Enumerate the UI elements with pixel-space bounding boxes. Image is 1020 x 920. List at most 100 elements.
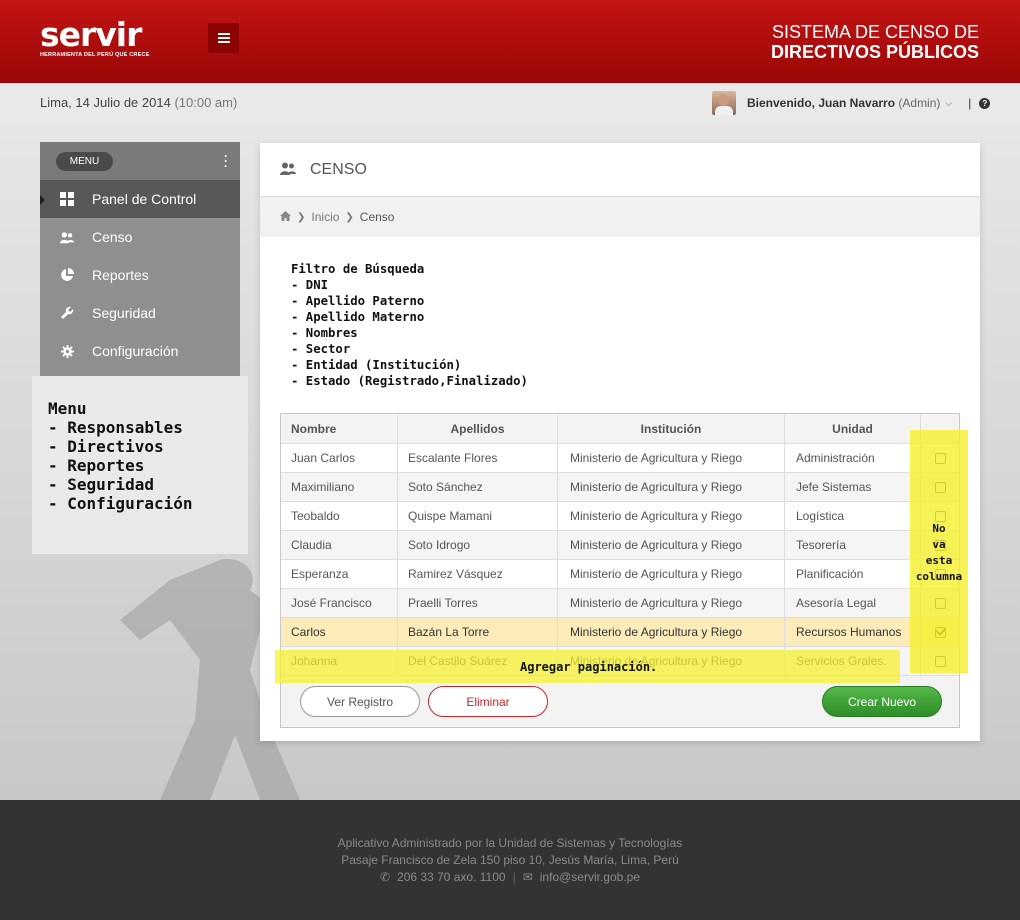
table-row[interactable]: Esperanza Ramirez Vásquez Ministerio de Ag… — [281, 559, 959, 588]
sidebar-item-reportes[interactable]: Reportes — [40, 256, 240, 294]
welcome-name: Bienvenido, Juan Navarro — [747, 96, 896, 110]
header-separator: | — [968, 96, 972, 110]
column-header-unidad[interactable]: Unidad — [785, 414, 921, 443]
more-options-icon[interactable]: · · · — [224, 150, 228, 172]
windows-icon — [60, 192, 74, 206]
cell-institucion: Ministerio de Agricultura y Riego — [558, 444, 785, 472]
footer-line2: Pasaje Francisco de Zela 150 piso 10, Je… — [341, 853, 679, 867]
table-row[interactable]: Teobaldo Quispe Mamani Ministerio de Agric… — [281, 501, 959, 530]
footer-phone: 206 33 70 axo. 1100 — [397, 870, 506, 884]
home-icon[interactable] — [280, 210, 291, 224]
table-row[interactable]: José Francisco Praelli Torres Ministerio d… — [281, 588, 959, 617]
sidebar-item-censo[interactable]: Censo — [40, 218, 240, 256]
sidebar-item-configuracion[interactable]: Configuración — [40, 332, 240, 370]
cell-nombre: Juan Carlos — [281, 444, 398, 472]
phone-icon: ✆ — [379, 870, 391, 884]
delete-button[interactable]: Eliminar — [428, 686, 548, 717]
cell-nombre: Claudia — [281, 531, 398, 559]
top-header: servir HERRAMIENTA DEL PERÚ QUE CRECE SI… — [0, 0, 1020, 83]
table-row[interactable]: Claudia Soto Idrogo Ministerio de Agricult… — [281, 530, 959, 559]
footer-line1: Aplicativo Administrado por la Unidad de… — [337, 836, 683, 850]
annotation-menu-note: Menu - Responsables - Directivos - Repor… — [48, 399, 193, 513]
column-header-apellidos[interactable]: Apellidos — [398, 414, 558, 443]
wrench-icon — [60, 306, 74, 320]
cell-apellidos: Soto Sánchez — [398, 473, 558, 501]
breadcrumb-current: Censo — [359, 210, 395, 224]
cell-institucion: Ministerio de Agricultura y Riego — [558, 560, 785, 588]
time-text: (10:00 am) — [174, 95, 238, 110]
menu-header: MENU · · · — [40, 142, 240, 180]
system-title-line1: SISTEMA DE CENSO DE — [771, 22, 979, 42]
annotation-pagination-note: Agregar paginación. — [520, 660, 658, 674]
footer: Aplicativo Administrado por la Unidad de… — [0, 800, 1020, 920]
column-header-nombre[interactable]: Nombre — [281, 414, 398, 443]
cell-unidad: Tesorería — [785, 531, 921, 559]
cell-institucion: Ministerio de Agricultura y Riego — [558, 502, 785, 530]
chevron-down-icon[interactable]: ⌵ — [945, 98, 952, 109]
sidebar: MENU · · · Panel de Control Censo Reportes… — [40, 142, 240, 376]
create-new-button[interactable]: Crear Nuevo — [822, 686, 942, 717]
menu-label[interactable]: MENU — [56, 152, 113, 171]
cell-unidad: Logística — [785, 502, 921, 530]
cell-nombre: Teobaldo — [281, 502, 398, 530]
system-title: SISTEMA DE CENSO DE DIRECTIVOS PÚBLICOS — [771, 22, 979, 62]
cell-apellidos: Soto Idrogo — [398, 531, 558, 559]
logo-tagline: HERRAMIENTA DEL PERÚ QUE CRECE — [40, 52, 150, 58]
sidebar-item-label: Censo — [92, 229, 133, 245]
breadcrumb-home[interactable]: Inicio — [311, 210, 339, 224]
avatar[interactable] — [712, 91, 736, 115]
cell-apellidos: Ramirez Vásquez — [398, 560, 558, 588]
cell-apellidos: Praelli Torres — [398, 589, 558, 617]
cell-unidad: Planificación — [785, 560, 921, 588]
cell-institucion: Ministerio de Agricultura y Riego — [558, 618, 785, 646]
card-header: CENSO — [260, 143, 980, 197]
cell-apellidos: Escalante Flores — [398, 444, 558, 472]
table-header-row: Nombre Apellidos Institución Unidad — [281, 414, 959, 443]
logo-text: servir — [40, 15, 142, 54]
system-title-line2: DIRECTIVOS PÚBLICOS — [770, 42, 979, 62]
hamburger-menu-icon[interactable] — [208, 23, 239, 53]
sidebar-item-label: Reportes — [92, 267, 149, 283]
servir-logo[interactable]: servir HERRAMIENTA DEL PERÚ QUE CRECE — [40, 15, 150, 59]
cell-institucion: Ministerio de Agricultura y Riego — [558, 589, 785, 617]
page-title: CENSO — [310, 160, 367, 178]
help-icon[interactable]: ? — [979, 97, 991, 109]
footer-separator: | — [512, 870, 516, 884]
users-icon — [60, 231, 74, 244]
sidebar-item-label: Panel de Control — [92, 191, 197, 207]
sidebar-item-seguridad[interactable]: Seguridad — [40, 294, 240, 332]
user-menu[interactable]: Bienvenido, Juan Navarro (Admin) ⌵ | ? — [712, 91, 991, 115]
cell-apellidos: Quispe Mamani — [398, 502, 558, 530]
chevron-right-icon: ❯ — [345, 211, 354, 223]
column-header-institucion[interactable]: Institución — [558, 414, 785, 443]
cell-unidad: Recursos Humanos — [785, 618, 921, 646]
welcome-text[interactable]: Bienvenido, Juan Navarro (Admin) — [747, 96, 940, 110]
chevron-right-icon: ❯ — [297, 211, 306, 223]
table-body: Juan Carlos Escalante Flores Ministerio de… — [281, 443, 959, 675]
table-row[interactable]: Maximiliano Soto Sánchez Ministerio de Agr… — [281, 472, 959, 501]
cell-unidad: Administración — [785, 444, 921, 472]
date-text: Lima, 14 Julio de 2014 — [40, 95, 171, 110]
envelope-icon: ✉ — [522, 870, 533, 884]
footer-email[interactable]: info@servir.gob.pe — [540, 870, 640, 884]
current-date: Lima, 14 Julio de 2014 (10:00 am) — [40, 95, 237, 110]
sidebar-item-panel-de-control[interactable]: Panel de Control — [40, 180, 240, 218]
annotation-filter-note: Filtro de Búsqueda - DNI - Apellido Pate… — [291, 262, 528, 388]
gear-icon — [60, 344, 74, 358]
cell-apellidos: Bazán La Torre — [398, 618, 558, 646]
view-record-button[interactable]: Ver Registro — [300, 686, 420, 717]
annotation-column-note: No va esta columna — [915, 522, 963, 583]
table-row[interactable]: Juan Carlos Escalante Flores Ministerio de… — [281, 443, 959, 472]
cell-nombre: José Francisco — [281, 589, 398, 617]
cell-nombre: Maximiliano — [281, 473, 398, 501]
sidebar-item-label: Configuración — [92, 343, 179, 359]
cell-institucion: Ministerio de Agricultura y Riego — [558, 473, 785, 501]
users-icon — [280, 162, 296, 178]
cell-nombre: Esperanza — [281, 560, 398, 588]
user-role: (Admin) — [898, 96, 941, 110]
cell-nombre: Carlos — [281, 618, 398, 646]
table-row[interactable]: Carlos Bazán La Torre Ministerio de Agricu… — [281, 617, 959, 646]
cell-institucion: Ministerio de Agricultura y Riego — [558, 531, 785, 559]
cell-unidad: Asesoría Legal — [785, 589, 921, 617]
footer-contact: ✆ 206 33 70 axo. 1100 | ✉ info@servir.go… — [0, 870, 1020, 884]
